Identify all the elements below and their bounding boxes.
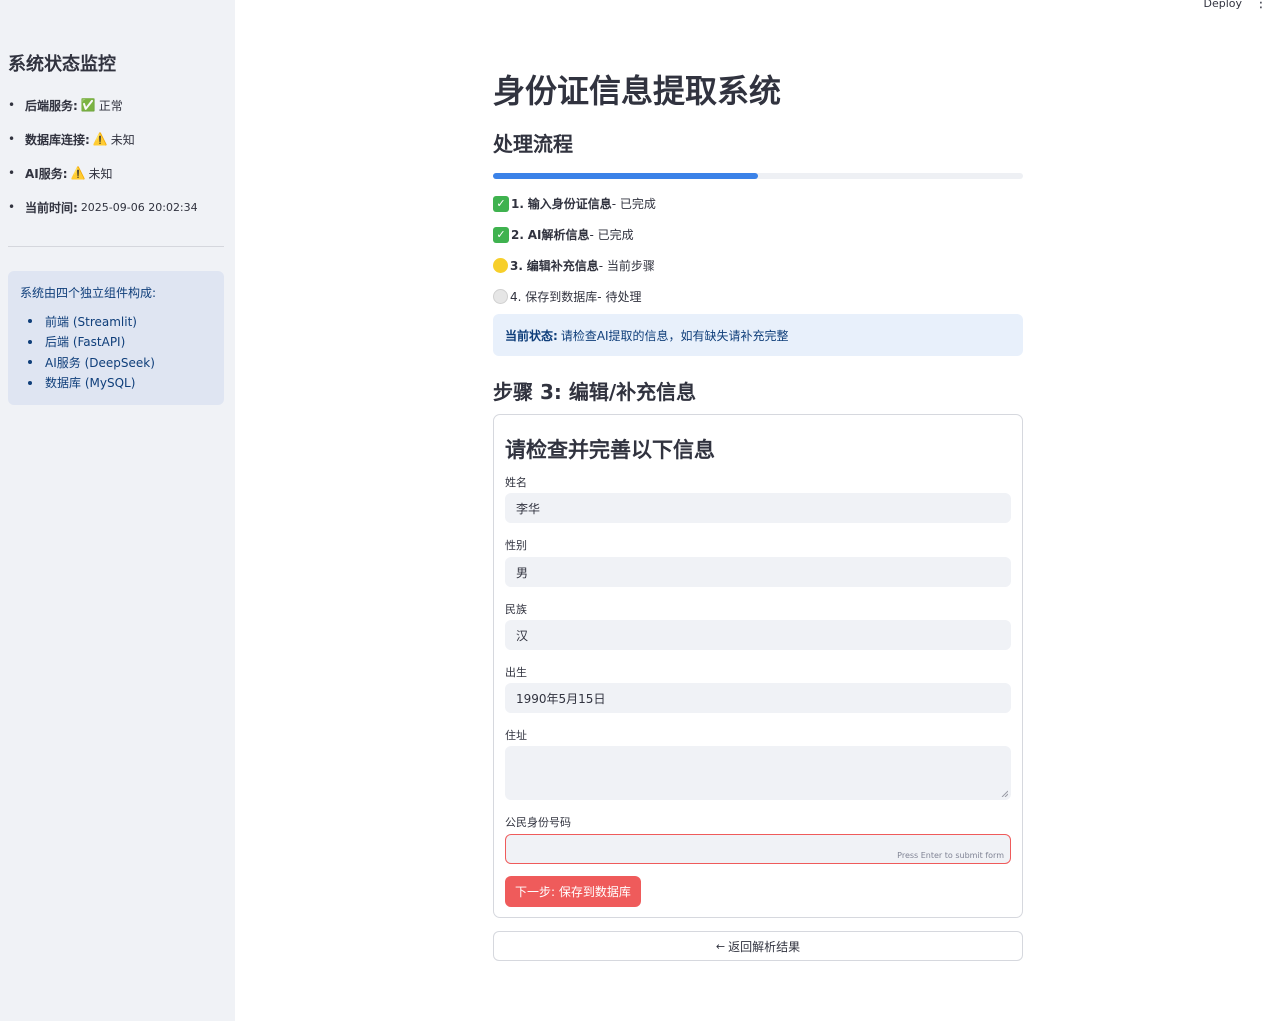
name-input[interactable]: 李华 [505, 493, 1011, 523]
save-to-database-button[interactable]: 下一步: 保存到数据库 [505, 876, 641, 907]
list-item: 前端 (Streamlit) [28, 311, 212, 332]
warning-icon: ⚠️ [70, 166, 86, 180]
list-item: 后端 (FastAPI) [28, 332, 212, 353]
status-item-time: • 当前时间: 2025-09-06 20:02:34 [8, 200, 198, 215]
back-to-results-button[interactable]: ← 返回解析结果 [493, 931, 1023, 961]
birth-input[interactable]: 1990年5月15日 [505, 683, 1011, 713]
status-item-ai: • AI服务: ⚠️ 未知 [8, 166, 113, 181]
id-number-input[interactable]: Press Enter to submit form [505, 834, 1011, 864]
gender-input[interactable]: 男 [505, 557, 1011, 587]
list-item: 数据库 (MySQL) [28, 373, 212, 394]
list-item: AI服务 (DeepSeek) [28, 352, 212, 373]
gender-label: 性别 [505, 539, 527, 552]
ethnicity-label: 民族 [505, 603, 527, 616]
step-item-3: 3. 编辑补充信息 - 当前步骤 [493, 250, 1023, 281]
step-item-4: 4. 保存到数据库 - 待处理 [493, 281, 1023, 312]
sidebar-title: 系统状态监控 [8, 54, 116, 75]
step-item-1: ✓ 1. 输入身份证信息 - 已完成 [493, 188, 1023, 219]
components-intro: 系统由四个独立组件构成: [20, 286, 157, 300]
white-circle-icon [493, 289, 508, 304]
yellow-circle-icon [493, 258, 508, 273]
deploy-button[interactable]: Deploy [1203, 0, 1242, 10]
step-item-2: ✓ 2. AI解析信息 - 已完成 [493, 219, 1023, 250]
sidebar-divider [8, 246, 224, 247]
address-label: 住址 [505, 729, 527, 742]
warning-icon: ⚠️ [92, 132, 108, 146]
form-heading: 请检查并完善以下信息 [505, 438, 715, 462]
sidebar: 系统状态监控 • 后端服务: ✅ 正常 • 数据库连接: ⚠️ 未知 • AI服… [0, 0, 235, 1021]
more-menu-icon[interactable]: ⋮ [1254, 0, 1268, 10]
progress-fill [493, 173, 758, 179]
current-state-alert: 当前状态: 请检查AI提取的信息，如有缺失请补充完整 [493, 314, 1023, 356]
page-title: 身份证信息提取系统 [493, 72, 782, 110]
resize-handle-icon[interactable] [1001, 790, 1008, 797]
status-item-database: • 数据库连接: ⚠️ 未知 [8, 132, 135, 147]
components-list: 前端 (Streamlit) 后端 (FastAPI) AI服务 (DeepSe… [20, 311, 212, 393]
process-subtitle: 处理流程 [493, 132, 573, 156]
check-icon: ✓ [493, 195, 509, 212]
components-info-box: 系统由四个独立组件构成: 前端 (Streamlit) 后端 (FastAPI)… [8, 271, 224, 405]
ethnicity-input[interactable]: 汉 [505, 620, 1011, 650]
status-list: • 后端服务: ✅ 正常 • 数据库连接: ⚠️ 未知 • AI服务: ⚠️ 未… [8, 88, 228, 224]
status-item-backend: • 后端服务: ✅ 正常 [8, 98, 123, 113]
step-list: ✓ 1. 输入身份证信息 - 已完成 ✓ 2. AI解析信息 - 已完成 3. … [493, 188, 1023, 312]
arrow-left-icon: ← [715, 939, 726, 953]
birth-label: 出生 [505, 666, 527, 679]
name-label: 姓名 [505, 476, 527, 489]
address-textarea[interactable] [505, 746, 1011, 800]
check-icon: ✓ [493, 226, 509, 243]
check-icon: ✅ [80, 98, 96, 112]
submit-hint: Press Enter to submit form [897, 851, 1004, 860]
step-heading: 步骤 3: 编辑/补充信息 [493, 380, 697, 404]
id-number-label: 公民身份号码 [505, 816, 571, 829]
progress-bar [493, 173, 1023, 179]
